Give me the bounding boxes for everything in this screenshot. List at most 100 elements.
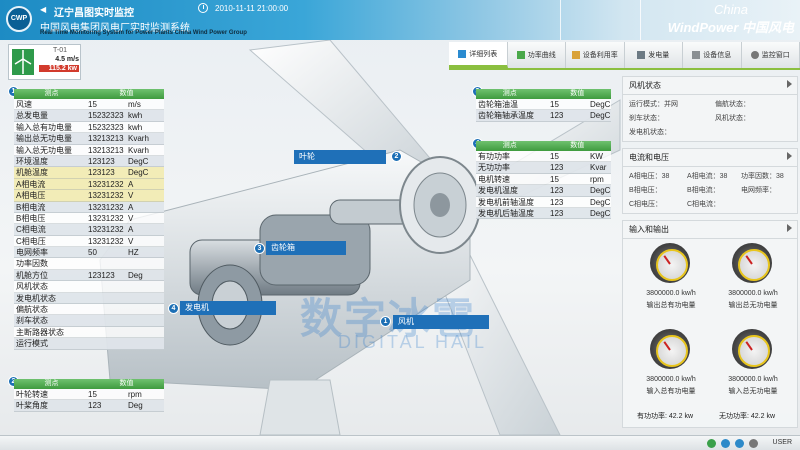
header-point: 测点: [502, 142, 517, 149]
point-unit: Kvar: [590, 163, 607, 173]
point-name: 输出总无功电量: [16, 134, 72, 144]
table-body: 叶轮转速 15 rpm 叶桨角度 123 Deg: [14, 389, 164, 412]
tab-label: 发电量: [648, 52, 670, 59]
callout-generator[interactable]: 发电机: [180, 301, 276, 315]
a-phase-voltage: A相电压：38: [629, 173, 670, 180]
gauge-dial: [732, 243, 772, 283]
c-phase-current: C相电流：: [687, 201, 721, 208]
point-unit: DegC: [590, 208, 611, 218]
point-value: [86, 281, 126, 291]
point-unit: V: [128, 191, 134, 201]
watermark-en: DIGITAL HAIL: [338, 332, 488, 352]
point-name: 发电机状态: [16, 293, 56, 303]
wind-turbine-decoration: [640, 0, 641, 40]
power-factor: 功率因数：38: [741, 173, 784, 180]
turbine-summary[interactable]: T-01 4.5 m/s 115.2 kw: [8, 44, 81, 80]
view-toolbar: 详细列表 功率曲线 设备利用率 发电量 设备信息 监控窗口: [449, 42, 800, 70]
gauge-label: 输入总有功电量: [646, 388, 696, 395]
cwp-logo: CWP: [6, 6, 32, 32]
tab-label: 详细列表: [469, 50, 498, 58]
header-point: 测点: [44, 90, 59, 97]
table-row: 输入总无功电量 13213213 Kvarh: [14, 145, 164, 156]
collapse-arrow-icon[interactable]: [787, 152, 792, 160]
back-arrow-icon[interactable]: ◀: [40, 5, 46, 14]
callout-nacelle[interactable]: 风机: [393, 315, 489, 329]
power-icon[interactable]: [707, 439, 716, 448]
point-value: 15: [550, 174, 559, 184]
point-name: 齿轮箱油温: [478, 100, 518, 109]
table-row: 主断路器状态: [14, 327, 164, 339]
panel-title: 输入和输出: [623, 221, 797, 239]
callout-label: 叶轮: [299, 152, 315, 161]
turbine-id: T-01: [52, 47, 67, 54]
callout-badge: 4: [168, 303, 179, 314]
tab-generation[interactable]: 发电量: [625, 42, 683, 68]
point-unit: [126, 258, 164, 268]
gauge-dial: [650, 329, 690, 369]
callout-gearbox[interactable]: 齿轮箱: [266, 241, 346, 255]
point-value: 123: [550, 186, 564, 196]
collapse-arrow-icon[interactable]: [787, 224, 792, 232]
wind-turbine-decoration: [560, 0, 561, 40]
status-bar: USER: [0, 435, 800, 450]
point-name: C相电流: [16, 225, 46, 235]
table-row: 齿轮箱油温 15 DegC: [476, 99, 611, 111]
table-row: 发电机温度 123 DegC: [476, 185, 611, 197]
table-row: 叶桨角度 123 Deg: [14, 400, 164, 412]
wrench-icon: [692, 51, 701, 59]
collapse-arrow-icon[interactable]: [787, 80, 792, 88]
tab-power-curve[interactable]: 功率曲线: [508, 42, 566, 68]
point-unit: Kvarh: [128, 134, 149, 144]
point-unit: rpm: [128, 390, 142, 399]
tab-label: 功率曲线: [527, 52, 556, 59]
table-row: 有功功率 15 KW: [476, 151, 611, 163]
gauge-value: 3800000.0 kw/h: [728, 290, 778, 297]
tab-monitor-window[interactable]: 监控窗口: [742, 42, 800, 68]
table-main-measurements: 测点 数值 风速 15 m/s 总发电量 15232323 kwh 输入总有功电量 15232…: [14, 89, 164, 350]
table-header: 测点 数值: [476, 141, 611, 151]
panel-title: 风机状态: [623, 77, 797, 95]
callout-rotor[interactable]: 叶轮: [294, 150, 386, 164]
point-name: 齿轮箱轴承温度: [478, 111, 534, 121]
callout-badge: 3: [254, 243, 265, 254]
point-value: 123: [550, 197, 564, 207]
info-icon[interactable]: [735, 439, 744, 448]
table-row: 机舱温度 123123 DegC: [14, 167, 164, 179]
point-unit: m/s: [128, 100, 141, 109]
point-value: [86, 258, 126, 268]
callout-label: 齿轮箱: [271, 243, 295, 252]
point-value: 13231232: [88, 191, 124, 201]
b-phase-current: B相电流：: [687, 187, 720, 194]
table-row: 风机状态: [14, 281, 164, 293]
status-brake: 刹车状态：: [629, 115, 664, 122]
brand-windpower: WindPower 中国风电: [667, 20, 794, 35]
point-value: 15: [88, 390, 97, 399]
panel-current-voltage: 电流和电压 A相电压：38 A相电流：38 功率因数：38 B相电压： B相电流…: [622, 148, 798, 214]
point-value: [86, 293, 126, 303]
point-name: 有功功率: [478, 152, 510, 161]
point-name: 总发电量: [16, 111, 48, 121]
tab-detail-list[interactable]: 详细列表: [449, 42, 508, 68]
point-value: 13231232: [88, 179, 124, 189]
system-title-en: Real Time Monitoring System for Power Pl…: [40, 30, 247, 36]
brand-china: China: [714, 2, 748, 17]
point-name: 环境温度: [16, 156, 48, 166]
point-value: 123: [550, 163, 564, 173]
point-unit: Kvarh: [128, 145, 149, 155]
point-value: [86, 338, 126, 348]
point-value: 15: [550, 152, 559, 161]
point-value: 13231232: [88, 202, 124, 212]
point-name: 输入总有功电量: [16, 122, 72, 132]
reactive-power-readout: 无功功率: 42.2 kw: [719, 413, 776, 420]
refresh-icon[interactable]: [721, 439, 730, 448]
point-value: 13231232: [88, 225, 124, 235]
tab-utilization[interactable]: 设备利用率: [566, 42, 625, 68]
point-name: 机舱方位: [16, 270, 48, 280]
panel-turbine-status: 风机状态 运行模式：并网 偏航状态： 刹车状态： 风机状态： 发电机状态：: [622, 76, 798, 142]
tab-device-info[interactable]: 设备信息: [683, 42, 742, 68]
point-value: 50: [88, 248, 97, 258]
table-gearbox-measurements: 测点 数值 齿轮箱油温 15 DegC 齿轮箱轴承温度 123 DegC: [476, 89, 611, 122]
chart-icon: [516, 51, 525, 59]
point-unit: A: [128, 179, 134, 189]
table-row: 发电机状态: [14, 292, 164, 305]
